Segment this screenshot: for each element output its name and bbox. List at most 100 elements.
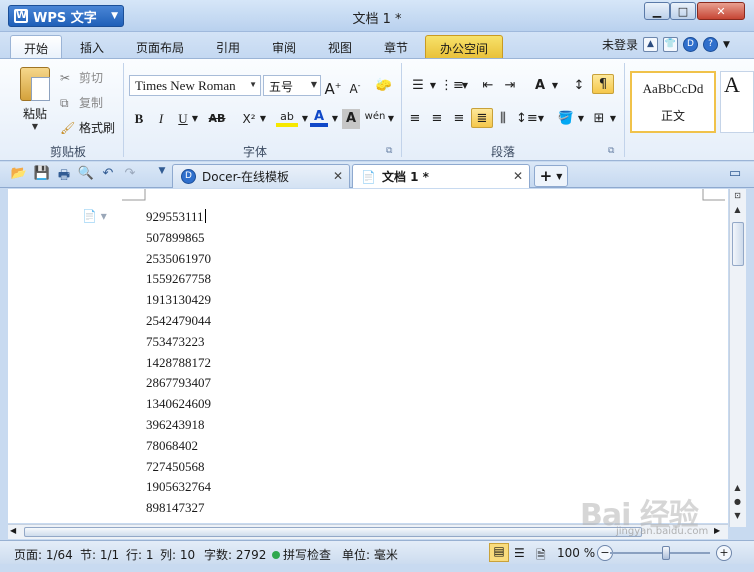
outline-view-icon[interactable]: ☰ <box>514 546 525 560</box>
chevron-down-icon[interactable]: ▼ <box>190 109 200 129</box>
chevron-down-icon[interactable]: ▼ <box>428 76 438 96</box>
print-icon[interactable]: 🖶 <box>55 166 73 184</box>
chevron-down-icon[interactable]: ▼ <box>608 109 618 129</box>
minimize-button[interactable]: ▁ <box>644 2 670 20</box>
chevron-down-icon[interactable]: ▼ <box>386 109 396 129</box>
tab-view[interactable]: 视图 <box>318 35 362 58</box>
superscript-button[interactable]: X² <box>238 109 260 129</box>
decrease-indent-icon[interactable]: ⇤ <box>478 76 498 96</box>
tab-office-space[interactable]: 办公空间 <box>425 35 503 58</box>
chevron-down-icon[interactable]: ▼ <box>723 40 730 50</box>
chevron-down-icon[interactable]: ▼ <box>460 76 470 96</box>
align-justify-icon[interactable]: ≣ <box>471 108 493 128</box>
docer-icon[interactable]: D <box>683 37 699 52</box>
tab-review[interactable]: 审阅 <box>262 35 306 58</box>
style-next-tile[interactable]: A <box>720 71 754 133</box>
bullet-list-icon[interactable]: ☰ <box>408 76 428 96</box>
align-center-icon[interactable]: ≡ <box>428 109 446 129</box>
strikethrough-button[interactable]: AB <box>205 109 229 129</box>
tab-chapter[interactable]: 章节 <box>374 35 418 58</box>
tab-menu-icon[interactable]: ▭ <box>726 166 744 184</box>
paragraph-handle-icon[interactable]: 📄 ▾ <box>82 209 107 223</box>
paragraph-dialog-launcher-icon[interactable]: ⧉ <box>608 146 614 156</box>
web-view-icon[interactable]: 🗎 <box>536 546 546 567</box>
chevron-down-icon[interactable]: ▼ <box>330 109 340 129</box>
horizontal-scroll-thumb[interactable] <box>24 527 642 537</box>
font-size-select[interactable]: 五号 ▼ <box>263 75 321 96</box>
zoom-level[interactable]: 100 % <box>557 546 595 560</box>
font-color-button[interactable]: A <box>310 107 328 127</box>
page-view-icon[interactable]: ▤ <box>489 543 509 562</box>
doc-tab-document1[interactable]: 📄 文档 1 * ✕ <box>352 164 530 188</box>
redo-icon[interactable]: ↷ <box>121 166 139 184</box>
chevron-down-icon[interactable]: ▼ <box>258 109 268 129</box>
vertical-scroll-thumb[interactable] <box>732 222 744 266</box>
spell-check-toggle[interactable]: 拼写检查 <box>272 546 331 563</box>
numbered-list-icon[interactable]: ⋮≡ <box>440 76 464 96</box>
font-name-select[interactable]: Times New Roman ▼ <box>129 75 261 96</box>
print-preview-icon[interactable]: 🔍 <box>77 166 95 184</box>
save-icon[interactable]: 💾 <box>33 166 51 184</box>
login-status[interactable]: 未登录 <box>602 36 638 53</box>
text-direction-icon[interactable]: A <box>530 76 550 96</box>
close-icon[interactable]: ✕ <box>513 169 523 183</box>
zoom-in-icon[interactable]: + <box>716 545 732 561</box>
maximize-button[interactable]: □ <box>670 2 696 20</box>
chevron-down-icon[interactable]: ▼ <box>536 109 546 129</box>
distribute-icon[interactable]: ⫼ <box>494 109 512 129</box>
customize-toolbar-icon[interactable]: ▼ <box>153 166 171 184</box>
close-window-button[interactable]: ✕ <box>697 2 745 20</box>
new-tab-button[interactable]: + ▼ <box>534 165 568 187</box>
close-icon[interactable]: ✕ <box>333 169 343 183</box>
undo-icon[interactable]: ↶ <box>99 166 117 184</box>
tab-page-layout[interactable]: 页面布局 <box>128 35 192 58</box>
vertical-scrollbar[interactable]: ⊡ ▲ ▲ ● ▼ <box>729 189 746 527</box>
select-browse-icon[interactable]: ● <box>730 495 745 509</box>
document-text[interactable]: 929553111 507899865 2535061970 155926775… <box>146 207 211 523</box>
tab-home[interactable]: 开始 <box>10 35 62 58</box>
ruler-toggle-icon[interactable]: ⊡ <box>730 189 745 203</box>
align-right-icon[interactable]: ≡ <box>450 109 468 129</box>
align-left-icon[interactable]: ≡ <box>406 109 424 129</box>
zoom-slider-track[interactable] <box>610 552 710 554</box>
border-icon[interactable]: ⊞ <box>590 109 608 129</box>
chevron-down-icon[interactable]: ▼ <box>300 109 310 129</box>
open-folder-icon[interactable]: 📂 <box>10 166 28 184</box>
italic-button[interactable]: I <box>152 109 170 129</box>
show-marks-icon[interactable]: ¶ <box>592 74 614 94</box>
char-shading-button[interactable]: A <box>342 109 360 129</box>
highlight-icon[interactable]: ab <box>276 107 298 127</box>
phonetic-guide-button[interactable]: wén <box>364 107 386 127</box>
clear-format-icon[interactable]: 🧽 <box>374 76 394 96</box>
cut-button[interactable]: ✂ 剪切 <box>60 69 103 86</box>
tab-insert[interactable]: 插入 <box>70 35 114 58</box>
chevron-down-icon[interactable]: ▼ <box>576 109 586 129</box>
tab-references[interactable]: 引用 <box>206 35 250 58</box>
copy-button[interactable]: ⧉ 复制 <box>60 94 103 111</box>
sort-icon[interactable]: ↕ <box>570 76 588 96</box>
zoom-slider-thumb[interactable] <box>662 546 670 560</box>
paste-button[interactable]: 粘贴 ▼ <box>14 67 56 131</box>
scroll-up-icon[interactable]: ▲ <box>730 203 745 217</box>
status-unit[interactable]: 单位: 毫米 <box>342 546 398 563</box>
skin-icon[interactable]: 👕 <box>663 37 679 52</box>
scroll-left-icon[interactable]: ◀ <box>10 526 16 535</box>
bold-button[interactable]: B <box>130 109 148 129</box>
paint-bucket-icon[interactable]: 🪣 <box>556 109 576 129</box>
status-page[interactable]: 页面: 1/64 <box>14 546 73 563</box>
collapse-ribbon-icon[interactable]: ▲ <box>643 37 659 52</box>
status-word-count[interactable]: 字数: 2792 <box>204 546 266 563</box>
style-normal-tile[interactable]: AaBbCcDd 正文 <box>630 71 716 133</box>
previous-page-icon[interactable]: ▲ <box>730 481 745 495</box>
chevron-down-icon[interactable]: ▼ <box>550 76 560 96</box>
grow-font-button[interactable]: A+ <box>324 76 342 98</box>
font-dialog-launcher-icon[interactable]: ⧉ <box>386 146 392 156</box>
scroll-right-icon[interactable]: ▶ <box>714 526 720 535</box>
shrink-font-button[interactable]: A- <box>346 76 364 96</box>
next-page-icon[interactable]: ▼ <box>730 509 745 523</box>
increase-indent-icon[interactable]: ⇥ <box>500 76 520 96</box>
doc-tab-docer[interactable]: D Docer-在线模板 ✕ <box>172 164 350 188</box>
document-page[interactable]: 📄 ▾ 929553111 507899865 2535061970 15592… <box>8 189 728 523</box>
help-icon[interactable]: ? <box>703 37 719 52</box>
format-painter-button[interactable]: 🖌 格式刷 <box>60 119 115 136</box>
